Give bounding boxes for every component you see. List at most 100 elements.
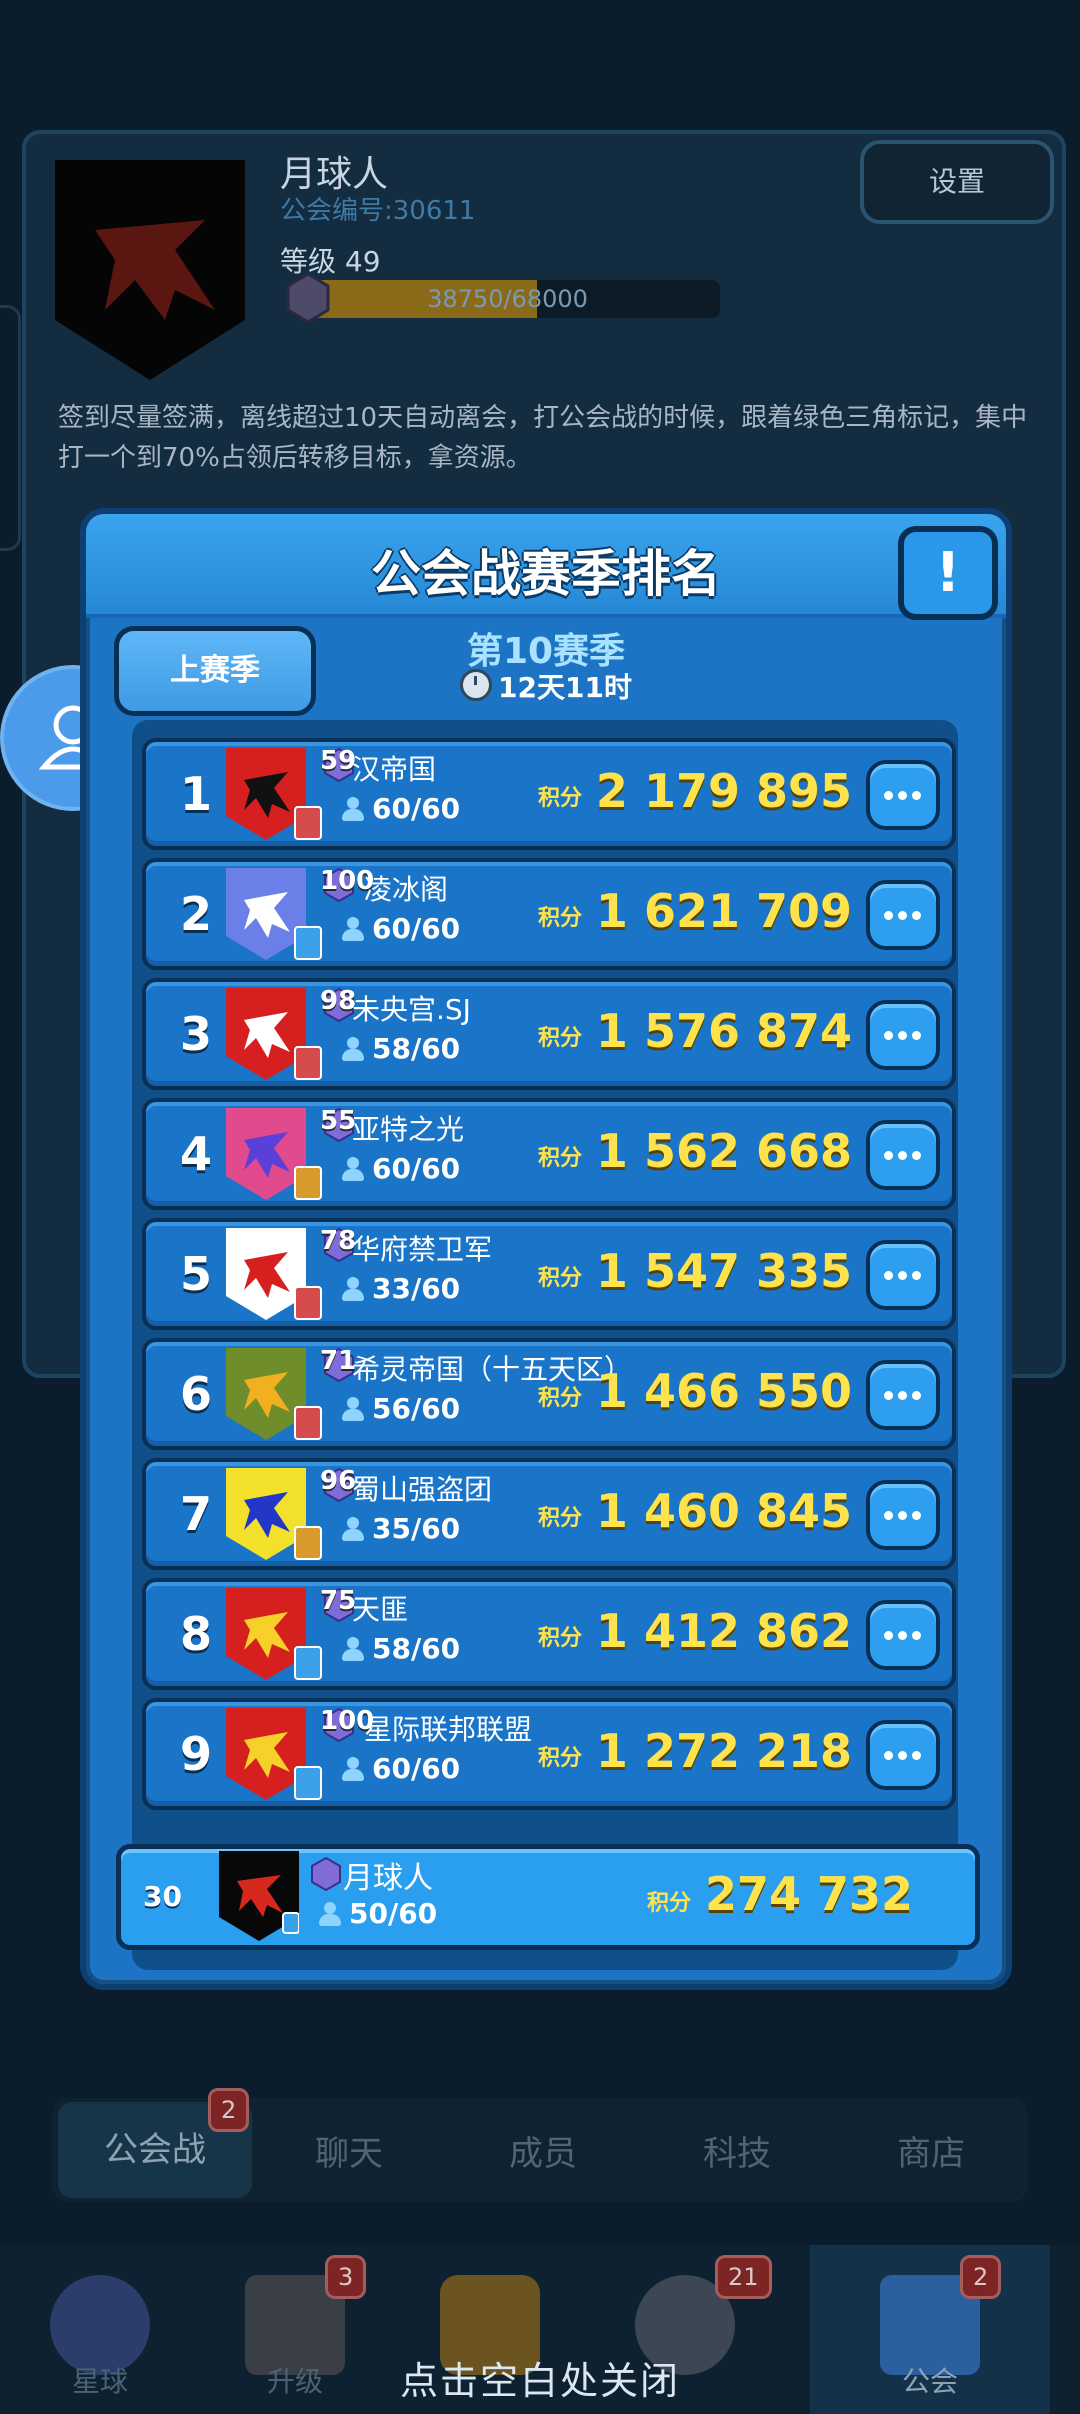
guild-emblem-icon: [55, 160, 245, 380]
info-button[interactable]: !: [898, 526, 998, 620]
guild-score: 1 562 668: [595, 1124, 852, 1178]
guild-members: 58/60: [342, 1032, 460, 1065]
ranking-row[interactable]: 3 98 未央宫.SJ 58/60 积分 1 576 874: [142, 978, 956, 1090]
guild-level: 98: [320, 986, 357, 1016]
guild-score: 1 466 550: [595, 1364, 852, 1418]
rank-tier-icon: [294, 926, 322, 960]
guild-members-text: 60/60: [372, 1152, 461, 1185]
rank-number: 3: [179, 1007, 212, 1061]
rank-tier-icon: [294, 1526, 322, 1560]
rank-tier-icon: [294, 1646, 322, 1680]
guild-tab-bar: 公会战 2 聊天 成员 科技 商店: [52, 2088, 1028, 2202]
more-options-button[interactable]: [866, 1600, 940, 1670]
ranking-list[interactable]: 1 59 汉帝国 60/60 积分 2 179 895 2 100 凌冰阁 60/60 积分 1 62…: [132, 720, 958, 1970]
member-icon: [342, 917, 364, 941]
rank-number: 8: [179, 1607, 212, 1661]
guild-score: 1 412 862: [595, 1604, 852, 1658]
guild-members-text: 56/60: [372, 1392, 461, 1425]
guild-name: 希灵帝国（十五天区）: [352, 1353, 633, 1386]
my-guild-members-text: 50/60: [349, 1897, 438, 1930]
ellipsis-dot: [898, 791, 907, 800]
member-icon: [342, 1637, 364, 1661]
season-timer: 12天11时: [86, 666, 1006, 706]
guild-name: 亚特之光: [352, 1113, 465, 1146]
guild-members-text: 58/60: [372, 1032, 461, 1065]
more-options-button[interactable]: [866, 1360, 940, 1430]
season-ranking-modal: 公会战赛季排名 ! 上赛季 第10赛季 12天11时 1 59 汉帝国 60/60 积分…: [80, 508, 1012, 1990]
ellipsis-dot: [912, 1751, 921, 1760]
ellipsis-dot: [884, 1391, 893, 1400]
guild-score: 1 547 335: [595, 1244, 852, 1298]
guild-notice: 签到尽量签满，离线超过10天自动离会，打公会战的时候，跟着绿色三角标记，集中打一…: [58, 403, 1028, 473]
ranking-row[interactable]: 5 78 华府禁卫军 33/60 积分 1 547 335: [142, 1218, 956, 1330]
ranking-row[interactable]: 1 59 汉帝国 60/60 积分 2 179 895: [142, 738, 956, 850]
rank-tier-icon: [294, 1406, 322, 1440]
more-options-button[interactable]: [866, 1120, 940, 1190]
ellipsis-dot: [912, 1151, 921, 1160]
ellipsis-dot: [898, 1511, 907, 1520]
more-options-button[interactable]: [866, 1000, 940, 1070]
rank-number: 5: [179, 1247, 212, 1301]
guild-level: 75: [320, 1586, 357, 1616]
rank-tier-icon: [294, 1286, 322, 1320]
ranking-row[interactable]: 6 71 希灵帝国（十五天区） 56/60 积分 1 466 550: [142, 1338, 956, 1450]
more-options-button[interactable]: [866, 1720, 940, 1790]
season-timer-text: 12天11时: [498, 671, 632, 704]
ellipsis-dot: [912, 1031, 921, 1040]
guild-members-text: 60/60: [372, 912, 461, 945]
tab-shop[interactable]: 商店: [834, 2126, 1028, 2175]
guild-members: 60/60: [342, 792, 460, 825]
member-icon: [342, 1757, 364, 1781]
guild-members: 60/60: [342, 1752, 460, 1785]
ranking-row[interactable]: 4 55 亚特之光 60/60 积分 1 562 668: [142, 1098, 956, 1210]
tab-guild-war[interactable]: 公会战 2: [58, 2088, 252, 2198]
guild-name: 华府禁卫军: [352, 1233, 493, 1266]
guild-name: 凌冰阁: [364, 873, 449, 906]
ellipsis-dot: [898, 911, 907, 920]
score-label: 积分: [538, 1746, 583, 1771]
guild-members-text: 58/60: [372, 1632, 461, 1665]
clock-icon: [460, 669, 493, 701]
more-options-button[interactable]: [866, 760, 940, 830]
my-guild-rank: 30: [143, 1880, 182, 1913]
ellipsis-dot: [912, 1631, 921, 1640]
ranking-row[interactable]: 2 100 凌冰阁 60/60 积分 1 621 709: [142, 858, 956, 970]
xp-text: 38750/68000: [427, 285, 588, 313]
my-guild-row: 30 月球人 50/60 积分 274 732: [116, 1844, 980, 1950]
score-label: 积分: [538, 906, 583, 931]
member-icon: [319, 1902, 341, 1926]
guild-name: 星际联邦联盟: [364, 1713, 533, 1746]
ellipsis-dot: [898, 1391, 907, 1400]
tab-members[interactable]: 成员: [446, 2126, 640, 2175]
ranking-row[interactable]: 8 75 天匪 58/60 积分 1 412 862: [142, 1578, 956, 1690]
more-options-button[interactable]: [866, 1240, 940, 1310]
tab-chat[interactable]: 聊天: [252, 2126, 446, 2175]
level-gem-icon: [286, 272, 330, 324]
ellipsis-dot: [884, 791, 893, 800]
more-options-button[interactable]: [866, 880, 940, 950]
notification-badge: 21: [715, 2255, 772, 2299]
settings-button[interactable]: 设置: [860, 140, 1054, 224]
ranking-row[interactable]: 9 100 星际联邦联盟 60/60 积分 1 272 218: [142, 1698, 956, 1810]
rank-number: 6: [179, 1367, 212, 1421]
rank-tier-icon: [294, 1166, 322, 1200]
rank-tier-icon: [294, 1046, 322, 1080]
guild-members-text: 60/60: [372, 1752, 461, 1785]
guild-score: 2 179 895: [595, 764, 852, 818]
member-icon: [342, 1157, 364, 1181]
guild-members: 58/60: [342, 1632, 460, 1665]
tab-tech[interactable]: 科技: [640, 2126, 834, 2175]
my-guild-name: 月球人: [343, 1861, 433, 1896]
score-label: 积分: [538, 1386, 583, 1411]
xp-bar: 38750/68000: [295, 280, 720, 318]
ellipsis-dot: [898, 1151, 907, 1160]
rank-number: 4: [179, 1127, 212, 1181]
ranking-row[interactable]: 7 96 蜀山强盗团 35/60 积分 1 460 845: [142, 1458, 956, 1570]
guild-level: 96: [320, 1466, 357, 1496]
guild-score: 1 576 874: [595, 1004, 852, 1058]
score-label: 积分: [538, 1146, 583, 1171]
guild-name: 蜀山强盗团: [352, 1473, 493, 1506]
level-gem-icon: [311, 1857, 341, 1891]
more-options-button[interactable]: [866, 1480, 940, 1550]
guild-name: 天匪: [352, 1593, 409, 1626]
